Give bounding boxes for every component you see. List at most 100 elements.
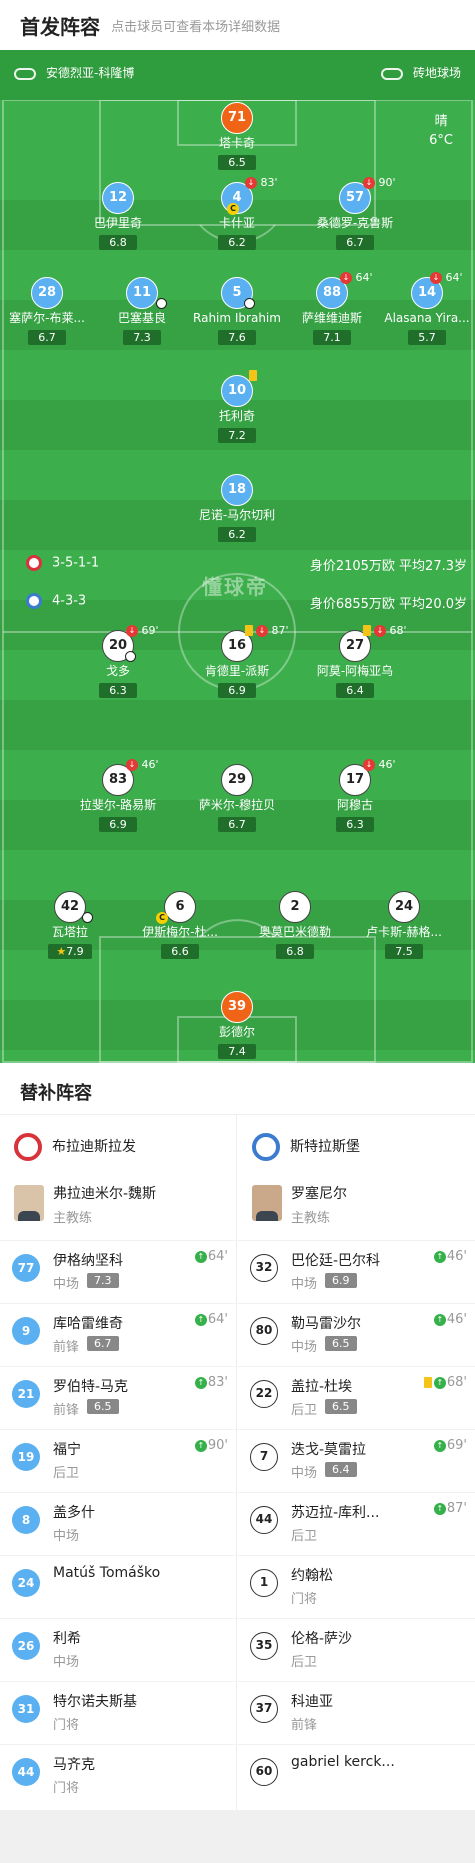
substitute-name: 利希	[53, 1631, 81, 1647]
substitute-position: 中场	[291, 1466, 318, 1481]
player-rating: 6.7	[336, 235, 374, 250]
substitute-row[interactable]: 24 Matúš Tomáško	[0, 1555, 236, 1618]
player-home-5[interactable]: 5 Rahim Ibrahim 7.6	[182, 277, 292, 345]
page-subtitle: 点击球员可查看本场详细数据	[111, 20, 281, 35]
player-away-20[interactable]: 20 ↓ 69' 戈多 6.3	[63, 624, 173, 698]
substitute-number: 26	[12, 1632, 40, 1660]
substitute-name: 福宁	[53, 1442, 81, 1458]
substitute-row[interactable]: 31 特尔诺夫斯基 门将	[0, 1681, 236, 1744]
player-rating: 7.6	[218, 330, 256, 345]
formation-text: 3-5-1-1	[52, 555, 100, 571]
substitute-row[interactable]: 8 盖多什 中场	[0, 1492, 236, 1555]
player-name: Rahim Ibrahim	[193, 311, 281, 325]
substitution-tag: ↓ 64'	[430, 271, 463, 284]
player-home-11[interactable]: 11 巴塞基良 7.3	[87, 277, 197, 345]
player-number: 18	[221, 474, 253, 506]
substitute-row[interactable]: 19 福宁 后卫 ↑ 90'	[0, 1429, 236, 1492]
home-team-row[interactable]: 布拉迪斯拉发	[0, 1115, 236, 1177]
substitute-row[interactable]: 7 迭戈-莫雷拉 中场 6.4 ↑ 69'	[238, 1429, 475, 1492]
player-home-71[interactable]: 71 塔卡奇 6.5	[182, 102, 292, 170]
player-home-10[interactable]: 10 托利奇 7.2	[182, 370, 292, 443]
sub-in-icon: ↑	[194, 1376, 207, 1389]
substitute-row[interactable]: 1 约翰松 门将	[238, 1555, 475, 1618]
substitute-rating: 6.5	[325, 1399, 357, 1414]
star-icon: ★	[56, 945, 67, 958]
yellow-card-icon	[363, 625, 371, 636]
player-away-24[interactable]: 24 卢卡斯-赫格... 7.5	[349, 891, 459, 959]
substitute-row[interactable]: 44 苏迈拉-库利... 后卫 ↑ 87'	[238, 1492, 475, 1555]
substitute-row[interactable]: 26 利希 中场	[0, 1618, 236, 1681]
substitute-position: 门将	[53, 1781, 80, 1796]
player-away-27[interactable]: 27 ↓ 68' 阿莫-阿梅亚乌 6.4	[300, 624, 410, 698]
sub-in-icon: ↑	[433, 1439, 446, 1452]
player-away-42[interactable]: 42 瓦塔拉 ★7.9	[15, 891, 125, 959]
player-name: 巴塞基良	[117, 311, 166, 325]
player-away-39[interactable]: 39 彭德尔 7.4	[182, 991, 292, 1059]
player-rating: 7.5	[385, 944, 423, 959]
player-number: 11	[126, 277, 158, 309]
player-number: 71	[221, 102, 253, 134]
captain-icon: C	[156, 912, 168, 924]
substitution-tag: ↓ 46'	[126, 758, 159, 771]
away-coach[interactable]: 罗塞尼尔 主教练	[238, 1177, 475, 1240]
substitute-in-time: ↑ 69'	[433, 1438, 467, 1453]
player-away-2[interactable]: 2 奥莫巴米德勒 6.8	[240, 891, 350, 959]
substitute-row[interactable]: 37 科迪亚 前锋	[238, 1681, 475, 1744]
ball-icon	[244, 298, 255, 309]
yellow-card-icon	[249, 370, 257, 381]
captain-icon: C	[227, 203, 239, 215]
sub-minute: 64'	[207, 1249, 228, 1264]
player-rating: 7.2	[218, 428, 256, 443]
player-away-17[interactable]: 17 ↓ 46' 阿穆古 6.3	[300, 758, 410, 832]
substitute-number: 7	[250, 1443, 278, 1471]
substitute-position: 中场	[53, 1277, 80, 1292]
player-home-18[interactable]: 18 尼诺-马尔切利 6.2	[182, 474, 292, 542]
substitute-position: 后卫	[291, 1403, 318, 1418]
substitute-in-time: ↑ 68'	[423, 1375, 467, 1390]
player-rating: 6.9	[99, 817, 137, 832]
away-substitutes: 斯特拉斯堡 罗塞尼尔 主教练 32 巴伦廷-巴尔科 中场 6.9 ↑ 46' 80 勒马雷沙尔…	[238, 1115, 475, 1810]
player-home-12[interactable]: 12 巴伊里奇 6.8	[63, 182, 173, 250]
substitute-row[interactable]: 35 伦格-萨沙 后卫	[238, 1618, 475, 1681]
home-coach[interactable]: 弗拉迪米尔-魏斯 主教练	[0, 1177, 236, 1240]
substitute-row[interactable]: 9 库哈雷维奇 前锋 6.7 ↑ 64'	[0, 1303, 236, 1366]
player-name: 戈多	[105, 664, 130, 678]
substitution-tag: ↓ 83'	[245, 176, 278, 189]
lineup-header: 首发阵容 点击球员可查看本场详细数据	[0, 0, 475, 50]
substitute-row[interactable]: 32 巴伦廷-巴尔科 中场 6.9 ↑ 46'	[238, 1240, 475, 1303]
away-team-logo	[26, 593, 42, 609]
sub-out-icon: ↓	[245, 177, 257, 189]
player-away-29[interactable]: 29 萨米尔-穆拉贝 6.7	[182, 764, 292, 832]
player-home-88[interactable]: 88 ↓ 64' 萨维维迪斯 7.1	[277, 271, 387, 345]
sub-minute: 83'	[260, 176, 278, 189]
player-rating: 7.1	[313, 330, 351, 345]
ball-icon	[82, 912, 93, 923]
player-rating: 6.8	[99, 235, 137, 250]
substitute-name: 伦格-萨沙	[291, 1631, 353, 1647]
player-home-57[interactable]: 57 ↓ 90' 桑德罗-克鲁斯 6.7	[300, 176, 410, 250]
sub-minute: 64'	[355, 271, 373, 284]
substitute-position: 后卫	[53, 1466, 80, 1481]
substitute-row[interactable]: 80 勒马雷沙尔 中场 6.5 ↑ 46'	[238, 1303, 475, 1366]
away-team-row[interactable]: 斯特拉斯堡	[238, 1115, 475, 1177]
player-away-83[interactable]: 83 ↓ 46' 拉斐尔-路易斯 6.9	[63, 758, 173, 832]
substitute-name: gabriel kerck...	[291, 1754, 395, 1770]
page-title: 首发阵容	[20, 15, 100, 39]
substitution-tag: ↓ 87'	[256, 624, 289, 637]
substitute-number: 19	[12, 1443, 40, 1471]
away-team-logo	[252, 1133, 280, 1161]
player-away-16[interactable]: 16 ↓ 87' 肯德里-派斯 6.9	[182, 624, 292, 698]
substitute-row[interactable]: 21 罗伯特-马克 前锋 6.5 ↑ 83'	[0, 1366, 236, 1429]
player-home-4[interactable]: 4 ↓ 83' C 卡什亚 6.2	[182, 176, 292, 250]
substitute-row[interactable]: 44 马齐克 门将	[0, 1744, 236, 1807]
substitute-row[interactable]: 60 gabriel kerck...	[238, 1744, 475, 1807]
player-home-14[interactable]: 14 ↓ 64' Alasana Yira... 5.7	[372, 271, 475, 345]
player-away-6[interactable]: 6 C 伊斯梅尔-杜... 6.6	[125, 891, 235, 959]
player-name: 伊斯梅尔-杜...	[142, 925, 218, 939]
player-name: 巴伊里奇	[93, 216, 142, 230]
coach-avatar	[252, 1185, 282, 1221]
substitute-row[interactable]: 22 盖拉-杜埃 后卫 6.5 ↑ 68'	[238, 1366, 475, 1429]
sub-in-icon: ↑	[433, 1313, 446, 1326]
sub-minute: 69'	[446, 1438, 467, 1453]
substitute-row[interactable]: 77 伊格纳坚科 中场 7.3 ↑ 64'	[0, 1240, 236, 1303]
